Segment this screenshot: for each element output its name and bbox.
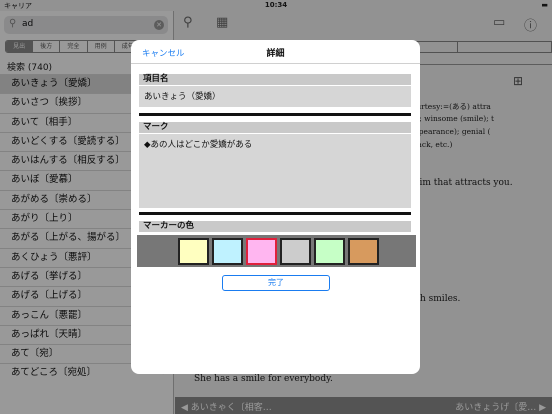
detail-modal: キャンセル 詳細 項目名 あいきょう（愛嬌） マーク ◆あの人はどこか愛嬌がある… — [131, 40, 420, 374]
mark-field[interactable]: ◆あの人はどこか愛嬌がある — [139, 134, 411, 208]
mark-label: マーク — [139, 122, 411, 133]
section-divider — [139, 113, 411, 116]
color-swatch[interactable] — [178, 238, 209, 265]
section-divider — [139, 212, 411, 215]
color-swatch[interactable] — [348, 238, 379, 265]
item-name-label: 項目名 — [139, 74, 411, 85]
color-swatch[interactable] — [280, 238, 311, 265]
modal-title: 詳細 — [266, 49, 285, 59]
color-swatch[interactable] — [314, 238, 345, 265]
color-swatch-row — [137, 235, 416, 267]
modal-header: キャンセル 詳細 — [131, 40, 420, 64]
color-swatch[interactable] — [246, 238, 277, 265]
color-swatch[interactable] — [212, 238, 243, 265]
done-button[interactable]: 完了 — [222, 275, 330, 291]
marker-color-label: マーカーの色 — [139, 221, 411, 232]
item-name-field[interactable]: あいきょう（愛嬌） — [139, 86, 411, 107]
